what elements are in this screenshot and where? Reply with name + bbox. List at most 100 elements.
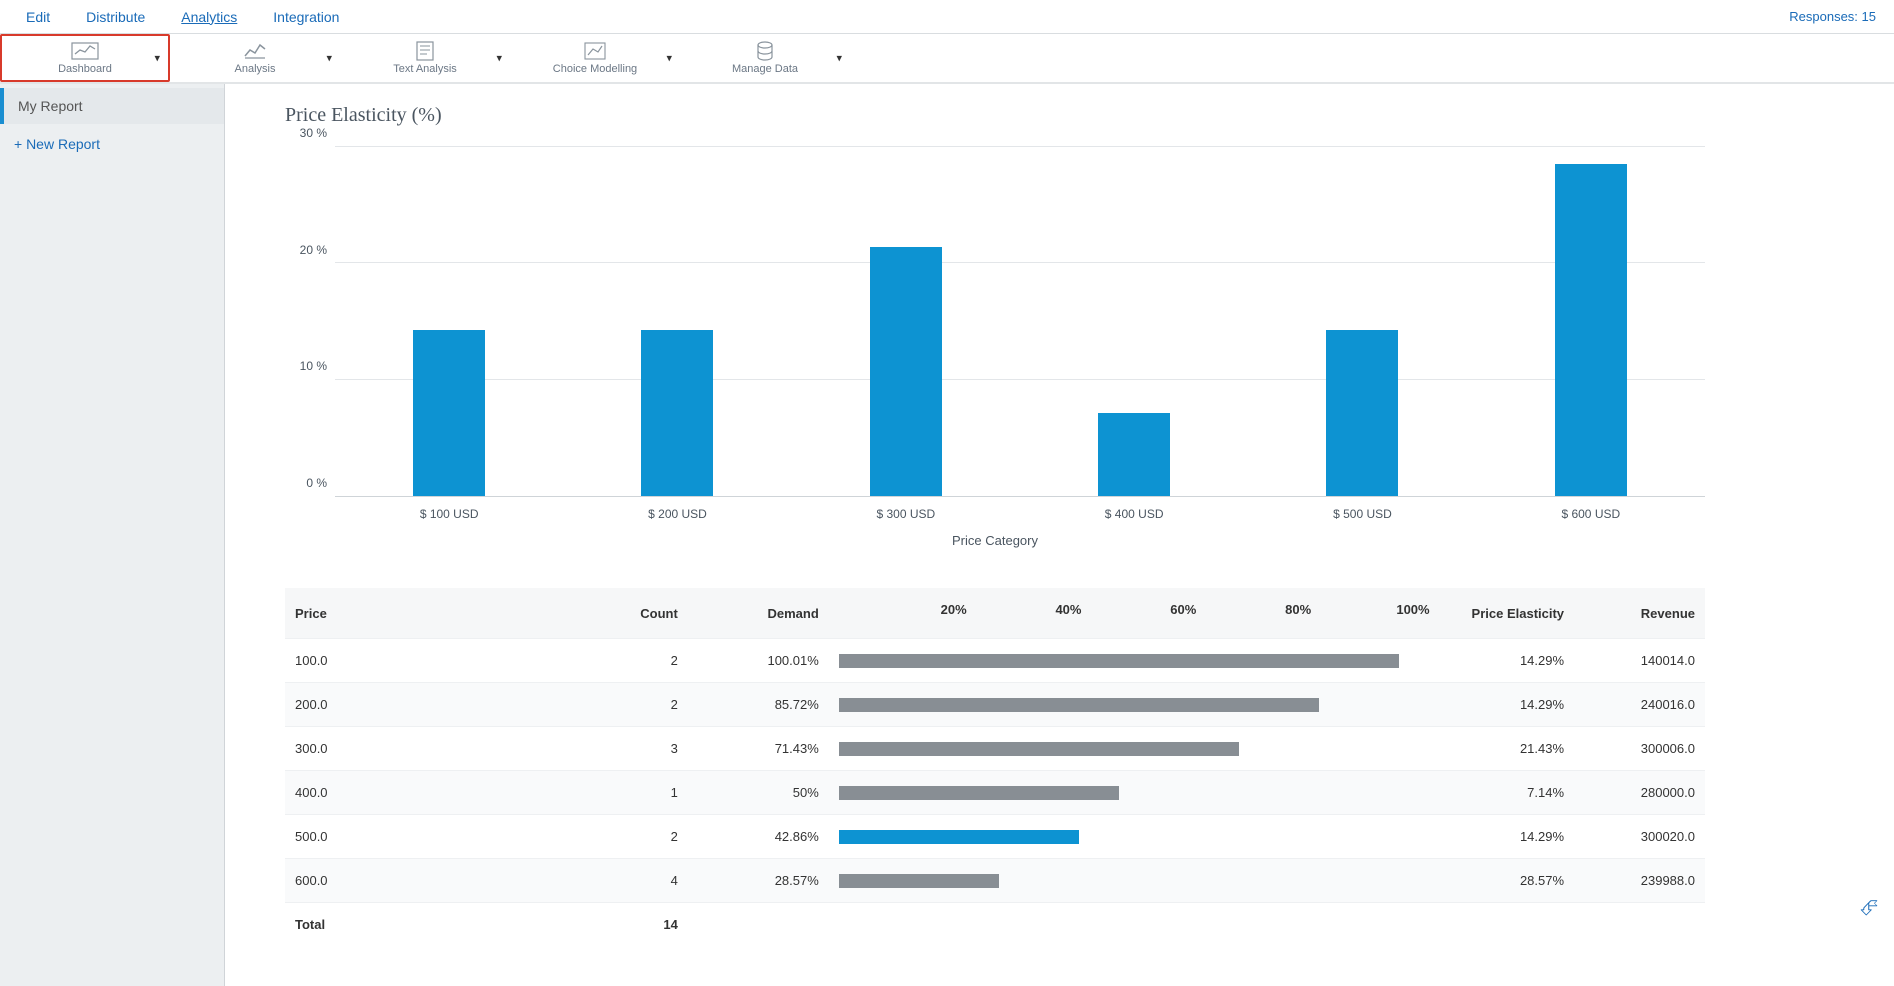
cell-revenue: 140014.0 [1574, 639, 1705, 683]
th-elasticity[interactable]: Price Elasticity [1423, 588, 1574, 639]
table-row[interactable]: 200.0285.72% 14.29%240016.0 [285, 683, 1705, 727]
th-demand[interactable]: Demand [688, 588, 829, 639]
bar-slot [563, 147, 791, 496]
demand-bar [839, 830, 1079, 844]
toolbar-label: Manage Data [732, 63, 798, 75]
sidebar-item-my-report[interactable]: My Report [0, 88, 224, 124]
cell-revenue: 280000.0 [1574, 771, 1705, 815]
database-icon [755, 41, 775, 61]
cell-price: 400.0 [285, 771, 527, 815]
tab-analytics[interactable]: Analytics [163, 0, 255, 33]
caret-down-icon[interactable]: ▾ [326, 52, 332, 65]
toolbar-dashboard[interactable]: Dashboard ▾ [0, 34, 170, 82]
cell-demand-bar [829, 771, 1423, 815]
toolbar-choice-modelling[interactable]: Choice Modelling ▾ [510, 34, 680, 82]
cell-count: 2 [527, 639, 688, 683]
caret-down-icon[interactable]: ▾ [496, 52, 502, 65]
chart-bar[interactable] [1555, 164, 1627, 496]
caret-down-icon[interactable]: ▾ [666, 52, 672, 65]
cell-elasticity: 14.29% [1423, 639, 1574, 683]
bar-slot [335, 147, 563, 496]
demand-bar [839, 698, 1319, 712]
demand-bar [839, 654, 1399, 668]
cell-revenue: 239988.0 [1574, 859, 1705, 903]
cell-count: 4 [527, 859, 688, 903]
table-row[interactable]: 500.0242.86%14.29%300020.0 [285, 815, 1705, 859]
y-tick: 30 % [300, 126, 327, 140]
chart-bar[interactable] [1098, 413, 1170, 496]
table-row[interactable]: 600.0428.57%28.57%239988.0 [285, 859, 1705, 903]
toolbar-label: Dashboard [58, 63, 112, 75]
x-label: $ 400 USD [1020, 507, 1248, 521]
line-chart-icon [243, 41, 267, 61]
y-tick: 0 % [306, 476, 327, 490]
x-label: $ 600 USD [1477, 507, 1705, 521]
toolbar-analysis[interactable]: Analysis ▾ [170, 34, 340, 82]
cell-elasticity: 14.29% [1423, 683, 1574, 727]
th-revenue[interactable]: Revenue [1574, 588, 1705, 639]
caret-down-icon[interactable]: ▾ [836, 52, 842, 65]
price-elasticity-table: Price Count Demand 20% 40% 60% 80% 100% … [285, 588, 1705, 946]
cell-revenue: 240016.0 [1574, 683, 1705, 727]
cell-revenue: 300006.0 [1574, 727, 1705, 771]
new-report-button[interactable]: + New Report [0, 124, 224, 164]
table-row[interactable]: 400.0150% 7.14%280000.0 [285, 771, 1705, 815]
chart-bar[interactable] [870, 247, 942, 496]
toolbar-manage-data[interactable]: Manage Data ▾ [680, 34, 850, 82]
x-label: $ 100 USD [335, 507, 563, 521]
cell-demand-bar [829, 859, 1423, 903]
cell-demand: 85.72% [688, 683, 829, 727]
th-count[interactable]: Count [527, 588, 688, 639]
cell-demand: 71.43% [688, 727, 829, 771]
cell-count: 2 [527, 815, 688, 859]
plot-area [335, 147, 1705, 497]
x-label: $ 300 USD [792, 507, 1020, 521]
report-sidebar: My Report + New Report [0, 84, 225, 986]
top-nav: Edit Distribute Analytics Integration Re… [0, 0, 1894, 34]
cell-elasticity: 7.14% [1423, 771, 1574, 815]
header-tick: 40% [1055, 602, 1081, 617]
caret-down-icon[interactable]: ▾ [154, 52, 160, 65]
cell-price: 600.0 [285, 859, 527, 903]
cell-demand: 50% [688, 771, 829, 815]
cell-demand-bar [829, 815, 1423, 859]
table-row[interactable]: 100.02100.01% 14.29%140014.0 [285, 639, 1705, 683]
document-list-icon [415, 41, 435, 61]
toolbar-label: Choice Modelling [553, 63, 637, 75]
demand-bar [839, 786, 1119, 800]
chart-title: Price Elasticity (%) [285, 104, 1854, 127]
bar-slot [1020, 147, 1248, 496]
cell-demand-bar [829, 639, 1423, 683]
cell-total-count: 14 [527, 903, 688, 947]
cell-demand: 42.86% [688, 815, 829, 859]
cell-elasticity: 28.57% [1423, 859, 1574, 903]
header-tick: 100% [1396, 602, 1429, 617]
cell-count: 2 [527, 683, 688, 727]
scroll-to-top-button[interactable]: ⮶ [1860, 895, 1878, 921]
th-price[interactable]: Price [285, 588, 527, 639]
cell-demand: 100.01% [688, 639, 829, 683]
cell-elasticity: 21.43% [1423, 727, 1574, 771]
table-row[interactable]: 300.0371.43%21.43%300006.0 [285, 727, 1705, 771]
tab-distribute[interactable]: Distribute [68, 0, 163, 33]
cell-revenue: 300020.0 [1574, 815, 1705, 859]
chart-bar[interactable] [1326, 330, 1398, 496]
x-label: $ 500 USD [1248, 507, 1476, 521]
cell-elasticity: 14.29% [1423, 815, 1574, 859]
chart-bar[interactable] [413, 330, 485, 496]
x-label: $ 200 USD [563, 507, 791, 521]
cell-count: 1 [527, 771, 688, 815]
tab-integration[interactable]: Integration [255, 0, 357, 33]
tab-edit[interactable]: Edit [8, 0, 68, 33]
chart-bar[interactable] [641, 330, 713, 496]
cell-price: 100.0 [285, 639, 527, 683]
cell-price: 300.0 [285, 727, 527, 771]
y-tick: 20 % [300, 243, 327, 257]
cell-price: 200.0 [285, 683, 527, 727]
decision-chart-icon [583, 41, 607, 61]
toolbar-text-analysis[interactable]: Text Analysis ▾ [340, 34, 510, 82]
bar-slot [792, 147, 1020, 496]
header-tick: 60% [1170, 602, 1196, 617]
demand-bar [839, 742, 1239, 756]
y-axis: 0 % 10 % 20 % 30 % [285, 147, 335, 497]
